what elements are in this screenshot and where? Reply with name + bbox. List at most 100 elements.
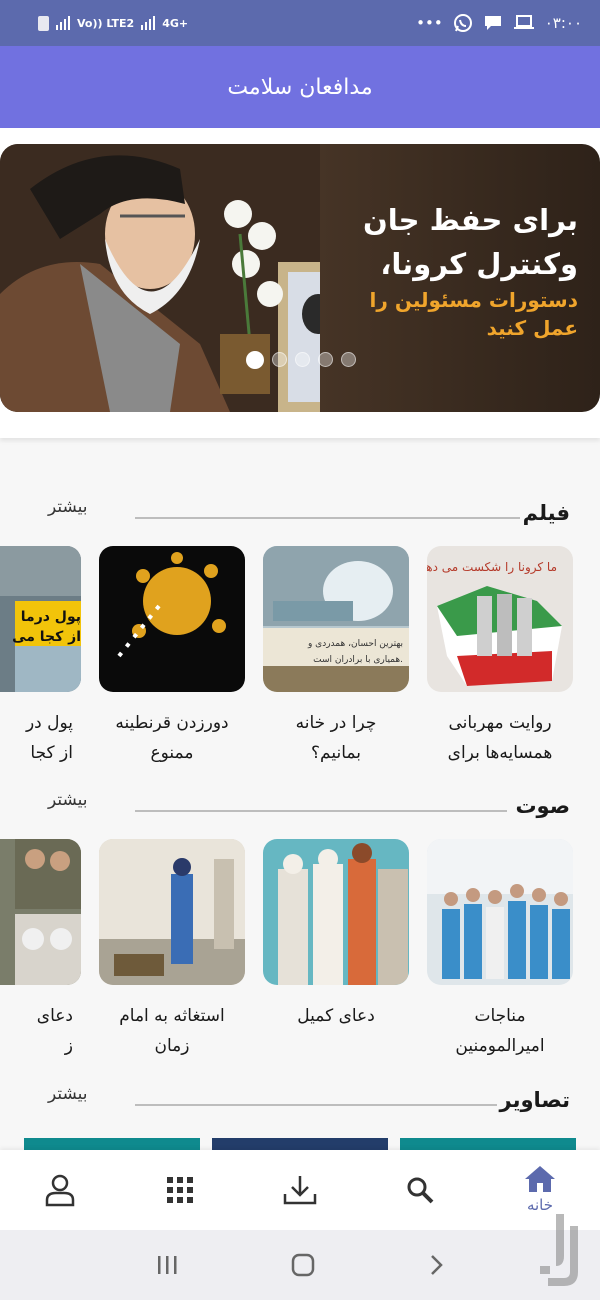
back-icon[interactable] xyxy=(428,1254,444,1276)
signal-icon xyxy=(56,16,70,30)
caption-line-1: استغاثه به امام xyxy=(119,1006,225,1026)
audio-card[interactable]: دعای ز xyxy=(0,839,81,1061)
section-divider xyxy=(135,810,507,812)
section-header-film: فیلم بیشتر xyxy=(0,497,600,537)
section-divider xyxy=(135,517,520,519)
search-icon xyxy=(407,1177,434,1204)
slider-dot[interactable] xyxy=(272,352,287,367)
image-thumbnail[interactable] xyxy=(212,1138,388,1150)
thumb-overlay-text: ما کرونا را شکست می دهیم xyxy=(427,560,557,575)
film-thumbnail: بهترین احسان، همدردی و همیاری با برادران… xyxy=(263,546,409,692)
thumb-text: همیاری با برادران است. xyxy=(313,655,403,665)
image-thumbnail[interactable] xyxy=(24,1138,200,1150)
status-right: ••• ۰۳:۰۰ xyxy=(416,13,582,33)
grid-icon xyxy=(167,1177,193,1203)
screen: Vo)) LTE2 4G+ ••• ۰۳:۰۰ مدافعان سلامت بر… xyxy=(0,0,600,1300)
nav-search[interactable] xyxy=(380,1150,460,1230)
app-bar: مدافعان سلامت xyxy=(0,46,600,128)
section-title: فیلم xyxy=(522,501,570,525)
card-caption: روایت مهربانی همسایه‌ها برای xyxy=(427,708,573,768)
caption-line-1: روایت مهربانی xyxy=(448,713,552,733)
caption-line-2: همسایه‌ها برای xyxy=(447,743,553,763)
banner-text: برای حفظ جان وکنترل کرونا، دستورات مسئول… xyxy=(318,198,578,342)
banner-line-3: دستورات مسئولین را xyxy=(369,288,578,312)
film-row: ما کرونا را شکست می دهیم روایت مهربانی ه… xyxy=(0,546,600,776)
banner-image xyxy=(0,144,320,412)
section-header-audio: صوت بیشتر xyxy=(0,790,600,830)
nav-download[interactable] xyxy=(260,1150,340,1230)
slider-dot[interactable] xyxy=(246,351,264,369)
caption-line-1: دعای کمیل xyxy=(297,1006,375,1026)
download-icon xyxy=(283,1176,317,1205)
nav-categories[interactable] xyxy=(140,1150,220,1230)
thumb-text: بهترین احسان، همدردی و xyxy=(307,639,403,649)
caption-line-2: از کجا xyxy=(30,743,73,763)
caption-line-2: ز xyxy=(64,1036,73,1056)
thumb-text: از کجا می xyxy=(12,629,81,645)
slider-dots xyxy=(246,351,356,369)
nav-profile[interactable] xyxy=(20,1150,100,1230)
caption-line-2: زمان xyxy=(154,1036,190,1056)
system-navigation-bar xyxy=(0,1230,600,1300)
caption-line-1: چرا در خانه xyxy=(295,713,377,733)
caption-line-1: مناجات xyxy=(474,1006,526,1026)
caption-line-2: بمانیم؟ xyxy=(311,743,361,763)
caption-line-1: پول در xyxy=(25,713,73,733)
section-title: صوت xyxy=(515,794,570,818)
film-card[interactable]: ما کرونا را شکست می دهیم روایت مهربانی ه… xyxy=(415,546,573,768)
status-left: Vo)) LTE2 4G+ xyxy=(38,15,189,31)
caption-line-2: امیرالمومنین xyxy=(455,1036,545,1056)
banner-line-4: عمل کنید xyxy=(486,316,578,340)
audio-card[interactable]: دعای کمیل xyxy=(263,839,409,1031)
audio-thumbnail xyxy=(427,839,573,985)
audio-row: مناجات امیرالمومنین دعای کمیل استغاثه به… xyxy=(0,839,600,1069)
thumb-text: پول درما xyxy=(21,609,81,625)
card-caption: دورزدن قرنطینه ممنوع xyxy=(99,708,245,768)
banner-line-1: برای حفظ جان xyxy=(362,203,578,237)
bottom-navigation: خانه xyxy=(0,1150,600,1230)
card-caption: استغاثه به امام زمان xyxy=(99,1001,245,1061)
app-title: مدافعان سلامت xyxy=(227,74,373,100)
more-link[interactable]: بیشتر xyxy=(48,790,88,810)
card-caption: پول در از کجا xyxy=(0,708,81,768)
home-icon xyxy=(525,1166,555,1192)
home-button-icon[interactable] xyxy=(291,1253,315,1277)
banner-section: برای حفظ جان وکنترل کرونا، دستورات مسئول… xyxy=(0,128,600,438)
more-link[interactable]: بیشتر xyxy=(48,497,88,517)
status-bar: Vo)) LTE2 4G+ ••• ۰۳:۰۰ xyxy=(0,0,600,46)
film-card[interactable]: دورزدن قرنطینه ممنوع xyxy=(99,546,245,768)
slider-dot[interactable] xyxy=(295,352,310,367)
slider-dot[interactable] xyxy=(341,352,356,367)
slider-dot[interactable] xyxy=(318,352,333,367)
recent-apps-icon[interactable] xyxy=(156,1254,178,1276)
card-caption: چرا در خانه بمانیم؟ xyxy=(263,708,409,768)
more-link[interactable]: بیشتر xyxy=(48,1084,88,1104)
audio-card[interactable]: مناجات امیرالمومنین xyxy=(427,839,573,1061)
caption-line-2: ممنوع xyxy=(150,743,194,763)
audio-thumbnail xyxy=(0,839,81,985)
clock: ۰۳:۰۰ xyxy=(544,14,582,32)
caption-line-1: دعای xyxy=(36,1006,73,1026)
audio-thumbnail xyxy=(263,839,409,985)
network-label: Vo)) LTE2 xyxy=(77,16,135,30)
section-title: تصاویر xyxy=(499,1088,570,1112)
film-card[interactable]: بهترین احسان، همدردی و همیاری با برادران… xyxy=(263,546,409,768)
whatsapp-icon xyxy=(453,14,472,32)
signal-icon-2 xyxy=(141,16,156,30)
user-icon xyxy=(45,1174,75,1207)
card-caption: دعای کمیل xyxy=(263,1001,409,1031)
card-caption: دعای ز xyxy=(0,1001,81,1061)
film-card[interactable]: پول درما از کجا می پول در از کجا xyxy=(0,546,81,768)
overflow-dots-icon: ••• xyxy=(416,14,443,32)
film-thumbnail: پول درما از کجا می xyxy=(0,546,81,692)
data-label: 4G+ xyxy=(162,16,189,30)
laptop-icon xyxy=(513,15,534,29)
store-watermark-logo xyxy=(540,1214,578,1286)
card-caption: مناجات امیرالمومنین xyxy=(427,1001,573,1061)
audio-card[interactable]: استغاثه به امام زمان xyxy=(99,839,245,1061)
image-thumbnail[interactable] xyxy=(400,1138,576,1150)
sim-card-icon xyxy=(38,15,49,31)
film-thumbnail: ما کرونا را شکست می دهیم xyxy=(415,546,573,692)
section-header-images: تصاویر بیشتر xyxy=(0,1084,600,1124)
banner-slider[interactable]: برای حفظ جان وکنترل کرونا، دستورات مسئول… xyxy=(0,144,600,412)
